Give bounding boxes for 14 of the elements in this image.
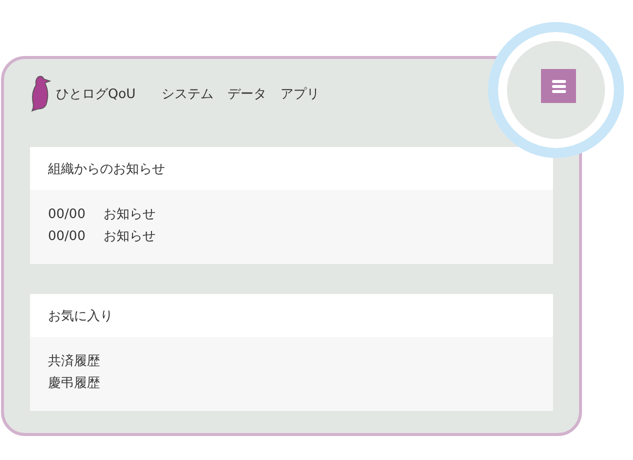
menu-icon [552,80,566,92]
nav-link[interactable]: アプリ [280,85,320,103]
list-link[interactable]: 共済履歴 [48,351,100,373]
nav-link[interactable]: データ [228,85,267,103]
list-link[interactable]: お知らせ [103,226,156,248]
list-link[interactable]: お知らせ [103,204,156,226]
list-link[interactable]: 慶弔履歴 [48,373,100,395]
app-name: ひとログQoU [56,86,136,103]
menu-button[interactable] [541,69,576,103]
card-title: 組織からのお知らせ [30,147,553,190]
notice-date: 00/00 [48,206,86,224]
notice-date: 00/00 [48,228,86,246]
card-title: お気に入り [30,294,553,337]
nav-link[interactable]: システム [162,85,214,103]
